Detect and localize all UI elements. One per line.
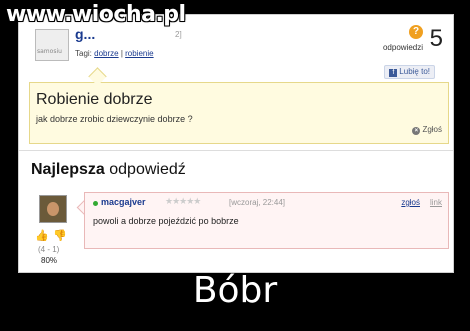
- report-answer-link[interactable]: zgłoś: [401, 198, 420, 207]
- facebook-icon: f: [389, 69, 398, 77]
- report-icon: ×: [412, 127, 421, 135]
- divider: [19, 150, 453, 151]
- question-title: Robienie dobrze: [36, 91, 153, 108]
- question-box: Robienie dobrze jak dobrze zrobic dziewc…: [29, 82, 449, 144]
- vote-percent: 80%: [41, 256, 58, 265]
- answer-box: macgajver ★★★★★ [wczoraj, 22:44] zgłoś l…: [84, 192, 449, 249]
- thumbs-down-icon[interactable]: 👎: [53, 229, 67, 242]
- watermark: www.wiocha.pl: [6, 2, 186, 27]
- answerer-avatar[interactable]: [39, 195, 67, 223]
- question-date: 2]: [175, 30, 182, 39]
- meme-caption: Bóbr: [192, 270, 278, 311]
- asker-username[interactable]: g...: [75, 26, 95, 42]
- vote-count: (4 - 1): [38, 245, 60, 254]
- report-question-link[interactable]: × Zgłoś: [412, 125, 442, 135]
- thumbs-up-icon[interactable]: 👍: [35, 229, 49, 242]
- asker-avatar[interactable]: samosiu: [35, 29, 69, 61]
- online-status-dot: [93, 201, 98, 206]
- answer-date: [wczoraj, 22:44]: [229, 198, 286, 207]
- tag-robienie[interactable]: robienie: [125, 49, 153, 58]
- answerer-username[interactable]: macgajver: [101, 197, 146, 207]
- like-label: Lubię to!: [399, 67, 430, 76]
- avatar-face: [47, 202, 59, 216]
- answer-text: powoli a dobrze pojeździć po bobrze: [93, 216, 239, 226]
- rating-stars: ★★★★★: [165, 196, 201, 206]
- question-text: jak dobrze zrobic dziewczynie dobrze ?: [36, 114, 193, 124]
- screenshot-frame: samosiu g... 2] Tagi: dobrze | robienie …: [18, 14, 454, 273]
- tags-label: Tagi:: [75, 49, 92, 58]
- question-mark-icon: ?: [409, 25, 423, 39]
- facebook-like-button[interactable]: f Lubię to!: [384, 65, 435, 79]
- tag-dobrze[interactable]: dobrze: [94, 49, 118, 58]
- avatar-label: samosiu: [37, 48, 62, 55]
- report-label: Zgłoś: [422, 125, 442, 134]
- tags-line: Tagi: dobrze | robienie: [75, 49, 154, 58]
- answers-label: odpowiedzi: [382, 43, 423, 52]
- answers-count: 5: [429, 25, 443, 52]
- best-answer-heading-rest: odpowiedź: [104, 161, 186, 178]
- best-answer-heading-bold: Najlepsza: [31, 161, 105, 178]
- answer-permalink[interactable]: link: [430, 198, 442, 207]
- best-answer-heading: Najlepsza odpowiedź: [31, 161, 186, 179]
